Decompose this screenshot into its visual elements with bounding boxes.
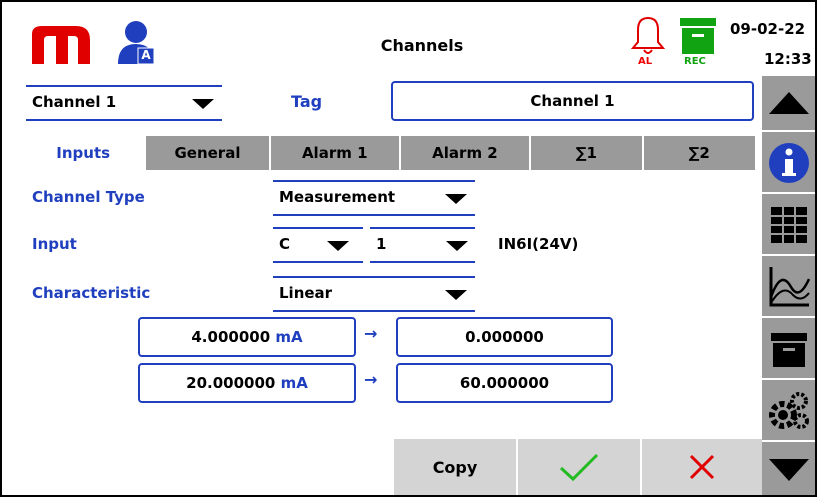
channel-type-select[interactable]: Measurement: [273, 180, 475, 216]
characteristic-select[interactable]: Linear: [273, 276, 475, 312]
cancel-button[interactable]: [642, 439, 762, 495]
rec-label: REC: [684, 56, 706, 67]
time-display: 12:33: [764, 50, 812, 68]
user-badge: A: [141, 48, 151, 62]
chevron-down-icon: [327, 241, 349, 251]
m-logo-icon: [32, 26, 90, 64]
archive-rec-icon: [680, 18, 716, 54]
info-button[interactable]: [762, 134, 815, 194]
info-icon: [768, 143, 809, 183]
tag-field[interactable]: Channel 1: [391, 81, 754, 121]
scale-input-high-value: 20.000000: [186, 374, 276, 392]
recording-indicator[interactable]: REC: [678, 16, 720, 70]
scroll-up-button[interactable]: [762, 76, 815, 132]
scroll-up-icon: [768, 92, 809, 114]
input-port-select[interactable]: C: [273, 227, 363, 263]
copy-button[interactable]: Copy: [394, 439, 518, 495]
scale-input-low[interactable]: 4.000000 mA: [138, 317, 356, 357]
chevron-down-icon: [192, 99, 214, 109]
settings-button[interactable]: [762, 382, 815, 442]
input-port-value: C: [279, 235, 291, 253]
scale-input-low-value: 4.000000: [191, 328, 271, 346]
scale-input-low-unit: mA: [275, 328, 303, 346]
sidebar: [762, 76, 815, 495]
archive-button[interactable]: [762, 320, 815, 380]
channels-screen: A Channels AL REC 09-02-22 12:33 Channel…: [0, 0, 817, 497]
chart-view-button[interactable]: [762, 258, 815, 318]
scroll-down-button[interactable]: [762, 444, 815, 495]
user-admin-icon[interactable]: A: [118, 20, 158, 66]
arrow-right-icon: →: [364, 370, 378, 389]
scale-input-high[interactable]: 20.000000 mA: [138, 363, 356, 403]
chevron-down-icon: [445, 290, 467, 300]
check-icon: [559, 453, 599, 482]
alarm-label: AL: [638, 56, 653, 67]
arrow-right-icon: →: [364, 324, 378, 343]
scale-output-high[interactable]: 60.000000: [396, 363, 613, 403]
page-title: Channels: [380, 36, 464, 55]
tab-inputs[interactable]: Inputs: [22, 136, 147, 170]
input-number-value: 1: [376, 235, 387, 253]
alarm-indicator[interactable]: AL: [630, 14, 666, 70]
settings-icon: [768, 392, 809, 429]
characteristic-value: Linear: [279, 284, 333, 302]
chevron-down-icon: [446, 241, 468, 251]
input-number-select[interactable]: 1: [370, 227, 475, 263]
channel-type-label: Channel Type: [32, 188, 145, 206]
channel-type-value: Measurement: [279, 188, 396, 206]
chevron-down-icon: [445, 194, 467, 204]
close-icon: [689, 454, 715, 480]
characteristic-label: Characteristic: [32, 284, 151, 302]
archive-icon: [770, 333, 807, 367]
scale-input-high-unit: mA: [280, 374, 308, 392]
chart-view-icon: [769, 267, 810, 307]
channel-select-value: Channel 1: [32, 93, 117, 111]
input-module-text: IN6I(24V): [498, 235, 579, 253]
tab-sum-2[interactable]: ∑2: [643, 136, 755, 170]
table-view-icon: [770, 207, 807, 243]
tab-sum-1[interactable]: ∑1: [531, 136, 644, 170]
tab-alarm-2[interactable]: Alarm 2: [400, 136, 532, 170]
input-label: Input: [32, 235, 77, 253]
tab-alarm-1[interactable]: Alarm 1: [270, 136, 401, 170]
tag-label: Tag: [291, 92, 323, 111]
tab-bar: Inputs General Alarm 1 Alarm 2 ∑1 ∑2: [22, 136, 755, 170]
confirm-button[interactable]: [518, 439, 642, 495]
channel-select[interactable]: Channel 1: [26, 85, 222, 121]
table-view-button[interactable]: [762, 196, 815, 256]
date-display: 09-02-22: [730, 20, 806, 38]
scroll-down-icon: [768, 458, 809, 481]
bell-icon: [630, 16, 666, 54]
tab-general[interactable]: General: [146, 136, 271, 170]
scale-output-low[interactable]: 0.000000: [396, 317, 613, 357]
